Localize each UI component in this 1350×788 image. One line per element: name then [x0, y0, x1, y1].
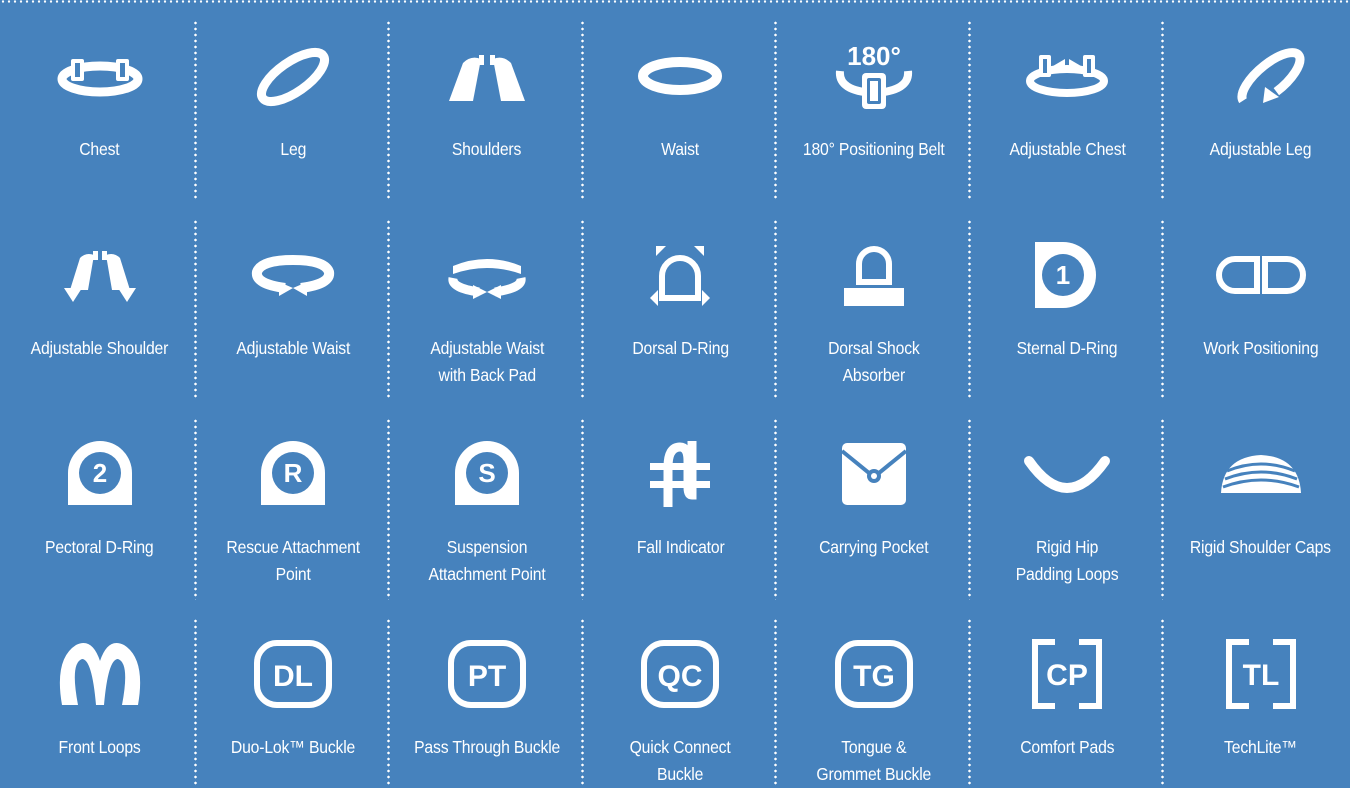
sternal-d-ring-icon: 1 [1019, 240, 1115, 310]
front-loops-icon [52, 639, 148, 709]
dorsal-shock-absorber-icon [826, 240, 922, 310]
icon-text: R [284, 458, 303, 488]
feature-label: Adjustable Leg [1209, 139, 1312, 159]
icon-text: QC [658, 660, 703, 693]
icon-text: 1 [1056, 260, 1070, 290]
feature-label: Rigid Shoulder Caps [1190, 537, 1332, 557]
adjustable-waist-icon [245, 240, 341, 310]
adjustable-chest-icon [1019, 41, 1115, 111]
feature-rescue-attachment-point: R Rescue Attachment Point [197, 402, 391, 602]
feature-adjustable-waist-back-pad: Adjustable Waist with Back Pad [390, 203, 584, 402]
dorsal-d-ring-icon [632, 240, 728, 310]
feature-label: Adjustable Waist with Back Pad [429, 338, 544, 385]
feature-shoulders: Shoulders [390, 4, 584, 203]
feature-waist: Waist [584, 4, 778, 203]
feature-label: Fall Indicator [636, 537, 725, 557]
comfort-pads-icon: CP [1019, 639, 1115, 709]
feature-sternal-d-ring: 1 Sternal D-Ring [971, 203, 1165, 402]
feature-label: Duo-Lok™ Buckle [231, 737, 356, 757]
feature-label: Quick Connect Buckle [629, 737, 731, 784]
feature-label: Tongue & Grommet Buckle [816, 737, 932, 784]
techlite-icon: TL [1213, 639, 1309, 709]
feature-label: Adjustable Shoulder [30, 338, 169, 358]
feature-label: Work Positioning [1203, 338, 1319, 358]
icon-text: CP [1046, 659, 1088, 692]
top-dotted-divider [0, 0, 1350, 3]
feature-label: Comfort Pads [1020, 737, 1115, 757]
work-positioning-icon [1213, 240, 1309, 310]
feature-tongue-grommet-buckle: TG Tongue & Grommet Buckle [777, 602, 971, 787]
adjustable-waist-back-pad-icon [439, 240, 535, 310]
leg-strap-icon [245, 41, 341, 111]
feature-carrying-pocket: Carrying Pocket [777, 402, 971, 602]
feature-quick-connect-buckle: QC Quick Connect Buckle [584, 602, 778, 787]
feature-pass-through-buckle: PT Pass Through Buckle [390, 602, 584, 787]
feature-techlite: TL TechLite™ [1164, 602, 1350, 787]
adjustable-shoulder-icon [52, 240, 148, 310]
icon-text: 180° [847, 41, 901, 71]
feature-label: Dorsal D-Ring [631, 338, 729, 358]
feature-label: TechLite™ [1224, 737, 1298, 757]
feature-leg: Leg [197, 4, 391, 203]
feature-rigid-shoulder-caps: Rigid Shoulder Caps [1164, 402, 1350, 602]
feature-chest: Chest [3, 4, 197, 203]
feature-label: Pectoral D-Ring [45, 537, 155, 557]
feature-rigid-hip-padding-loops: Rigid Hip Padding Loops [971, 402, 1165, 602]
feature-fall-indicator: Fall Indicator [584, 402, 778, 602]
feature-label: Rescue Attachment Point [226, 537, 361, 584]
feature-duo-lok-buckle: DL Duo-Lok™ Buckle [197, 602, 391, 787]
icon-text: S [478, 458, 495, 488]
feature-dorsal-shock-absorber: Dorsal Shock Absorber [777, 203, 971, 402]
rescue-attachment-icon: R [245, 439, 341, 509]
feature-label: Front Loops [58, 737, 141, 757]
feature-grid: Chest Leg Shoulders Waist 180° 180° Posi… [3, 4, 1350, 787]
feature-label: Carrying Pocket [819, 537, 929, 557]
fall-indicator-icon [632, 439, 728, 509]
feature-label: Chest [79, 139, 120, 159]
carrying-pocket-icon [826, 439, 922, 509]
feature-label: Suspension Attachment Point [428, 537, 546, 584]
feature-suspension-attachment-point: S Suspension Attachment Point [390, 402, 584, 602]
suspension-attachment-icon: S [439, 439, 535, 509]
quick-connect-buckle-icon: QC [632, 639, 728, 709]
tongue-grommet-buckle-icon: TG [826, 639, 922, 709]
shoulder-straps-icon [439, 41, 535, 111]
icon-text: TL [1242, 659, 1279, 692]
feature-label: 180° Positioning Belt [802, 139, 945, 159]
feature-adjustable-waist: Adjustable Waist [197, 203, 391, 402]
feature-label: Pass Through Buckle [413, 737, 560, 757]
positioning-belt-180-icon: 180° [826, 41, 922, 111]
feature-front-loops: Front Loops [3, 602, 197, 787]
feature-adjustable-shoulder: Adjustable Shoulder [3, 203, 197, 402]
chest-strap-icon [52, 41, 148, 111]
pectoral-d-ring-icon: 2 [52, 439, 148, 509]
feature-label: Waist [661, 139, 700, 159]
feature-comfort-pads: CP Comfort Pads [971, 602, 1165, 787]
feature-label: Shoulders [452, 139, 522, 159]
icon-text: DL [273, 660, 313, 693]
feature-adjustable-leg: Adjustable Leg [1164, 4, 1350, 203]
pass-through-buckle-icon: PT [439, 639, 535, 709]
duo-lok-buckle-icon: DL [245, 639, 341, 709]
feature-label: Adjustable Waist [236, 338, 351, 358]
feature-pectoral-d-ring: 2 Pectoral D-Ring [3, 402, 197, 602]
adjustable-leg-icon [1213, 41, 1309, 111]
feature-adjustable-chest: Adjustable Chest [971, 4, 1165, 203]
icon-text: 2 [93, 458, 107, 488]
feature-label: Sternal D-Ring [1016, 338, 1118, 358]
icon-text: PT [468, 660, 506, 693]
waist-belt-icon [632, 41, 728, 111]
rigid-shoulder-caps-icon [1213, 439, 1309, 509]
feature-work-positioning: Work Positioning [1164, 203, 1350, 402]
rigid-hip-padding-loops-icon [1019, 439, 1115, 509]
icon-text: TG [853, 660, 895, 693]
feature-label: Rigid Hip Padding Loops [1015, 537, 1119, 584]
feature-label: Leg [280, 139, 307, 159]
feature-label: Adjustable Chest [1009, 139, 1126, 159]
feature-label: Dorsal Shock Absorber [827, 338, 920, 385]
feature-180-positioning-belt: 180° 180° Positioning Belt [777, 4, 971, 203]
feature-dorsal-d-ring: Dorsal D-Ring [584, 203, 778, 402]
